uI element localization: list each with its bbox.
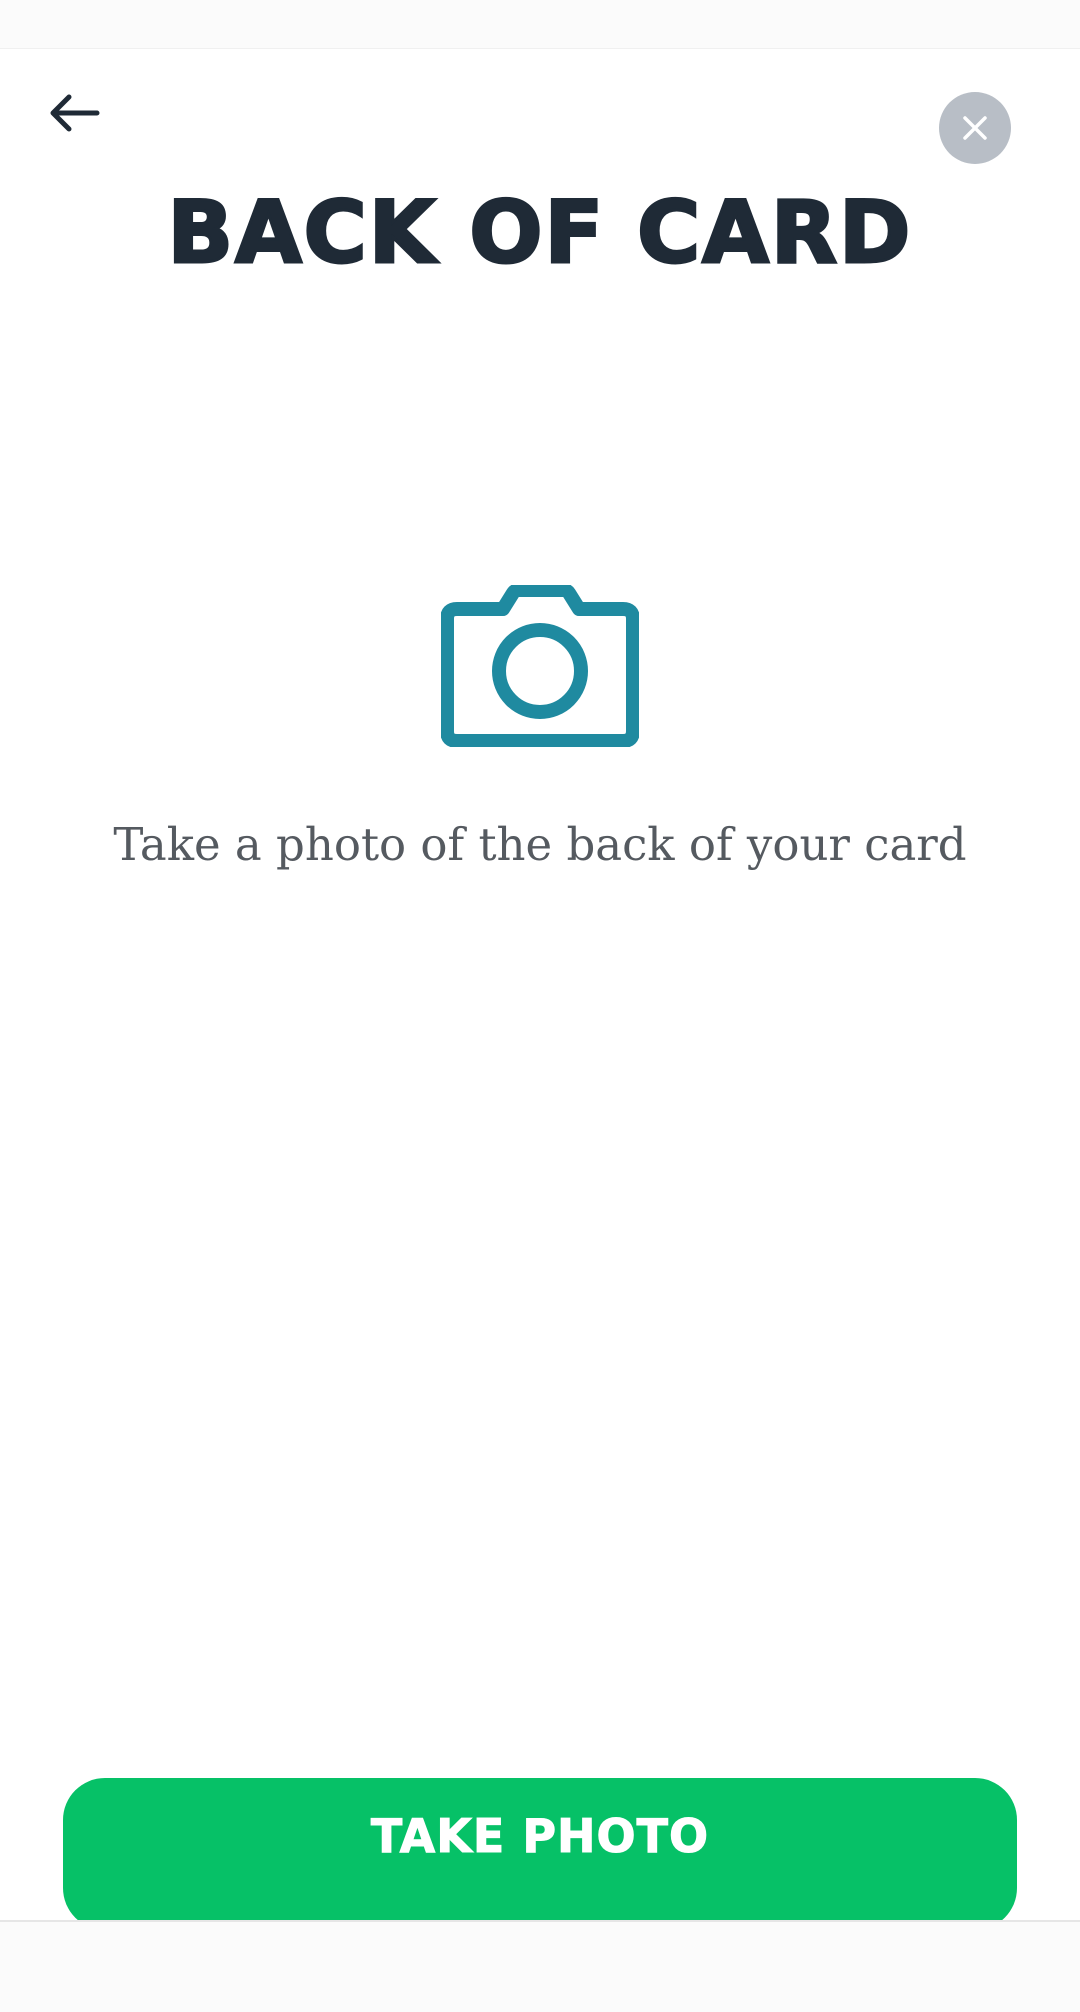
- page-title: BACK OF CARD: [166, 182, 913, 285]
- take-photo-button[interactable]: TAKE PHOTO: [63, 1778, 1017, 1930]
- close-icon: [963, 116, 987, 140]
- back-button[interactable]: [36, 80, 112, 146]
- status-bar: [0, 0, 1080, 49]
- camera-icon: [441, 585, 639, 747]
- arrow-left-icon: [50, 94, 100, 132]
- close-button[interactable]: [939, 92, 1011, 164]
- instructions-text: Take a photo of the back of your card: [113, 818, 967, 871]
- navigation-bar: [0, 1920, 1080, 2012]
- take-photo-label: TAKE PHOTO: [370, 1809, 710, 1864]
